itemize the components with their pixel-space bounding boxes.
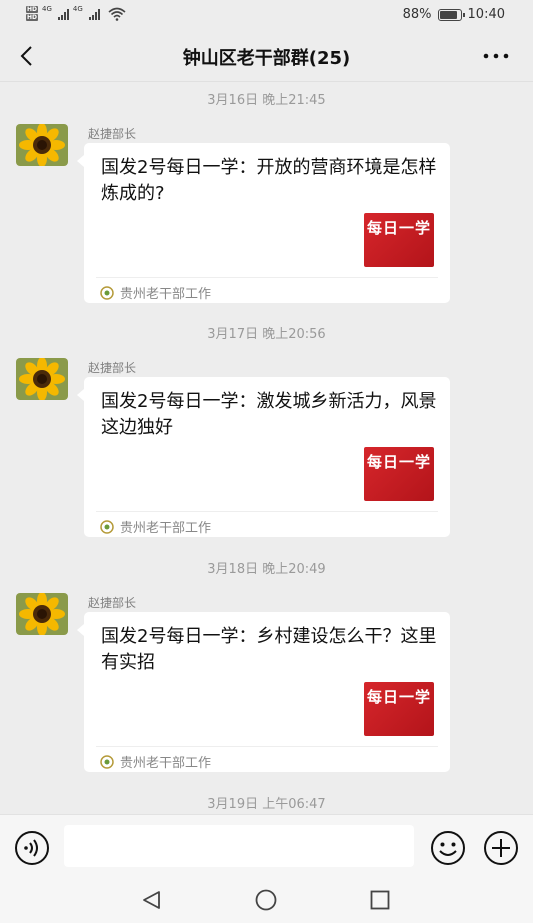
input-bar [0, 814, 533, 876]
thumbnail-text: 每日一学 [366, 219, 431, 237]
network-indicators: HD HD 4G 4G [26, 5, 126, 22]
more-dots-icon [483, 53, 509, 59]
article-source: 贵州老干部工作 [100, 517, 211, 536]
sender-name: 赵捷部长 [88, 127, 137, 141]
card-divider [96, 277, 438, 278]
nav-home-button[interactable] [254, 888, 278, 912]
battery-fill [439, 10, 457, 19]
hd-badge: HD [26, 14, 39, 21]
signal-icon [57, 8, 69, 20]
sunflower-avatar-icon [16, 124, 68, 166]
chat-area[interactable]: 3月16日 晚上21:45 赵捷部长 国发2号每日一学：开放的营商环境是怎样炼成… [0, 82, 533, 814]
plus-button[interactable] [483, 830, 519, 866]
clock: 10:40 [467, 7, 505, 22]
article-title: 国发2号每日一学：乡村建设怎么干？这里有实招 [101, 626, 437, 673]
chat-header: 钟山区老干部群(25) [0, 30, 533, 82]
avatar[interactable] [16, 593, 68, 635]
article-card[interactable]: 国发2号每日一学：开放的营商环境是怎样炼成的? 每日一学 贵州老干部工作 [77, 143, 450, 303]
article-title: 国发2号每日一学：开放的营商环境是怎样炼成的? [101, 157, 437, 204]
sunflower-avatar-icon [16, 358, 68, 400]
article-thumbnail: 每日一学 [364, 213, 434, 267]
article-thumbnail: 每日一学 [364, 682, 434, 736]
miniprogram-icon [100, 754, 114, 769]
status-right: 88% 10:40 [403, 7, 505, 22]
nav-back-button[interactable] [140, 888, 164, 912]
message-timestamp: 3月17日 晚上20:56 [207, 327, 326, 342]
message-timestamp: 3月16日 晚上21:45 [207, 93, 326, 108]
voice-button[interactable] [14, 830, 50, 866]
hd-badge: HD [26, 6, 39, 13]
voice-icon [15, 831, 49, 865]
message-timestamp: 3月18日 晚上20:49 [207, 562, 326, 577]
emoji-icon [431, 831, 465, 865]
card-divider [96, 511, 438, 512]
article-thumbnail: 每日一学 [364, 447, 434, 501]
square-recent-icon [370, 890, 390, 910]
emoji-button[interactable] [430, 830, 466, 866]
sender-name: 赵捷部长 [88, 361, 137, 375]
article-card[interactable]: 国发2号每日一学：乡村建设怎么干？这里有实招 每日一学 贵州老干部工作 [77, 612, 450, 772]
article-card[interactable]: 国发2号每日一学：激发城乡新活力，风景这边独好 每日一学 贵州老干部工作 [77, 377, 450, 537]
triangle-back-icon [143, 891, 160, 909]
article-source: 贵州老干部工作 [100, 283, 211, 302]
sender-name: 赵捷部长 [88, 596, 137, 610]
thumbnail-text: 每日一学 [366, 688, 431, 706]
plus-icon [484, 831, 518, 865]
hd-badges: HD HD [26, 6, 39, 22]
sunflower-avatar-icon [16, 593, 68, 635]
miniprogram-icon [100, 519, 114, 534]
source-label: 贵州老干部工作 [120, 287, 212, 302]
avatar[interactable] [16, 124, 68, 166]
source-label: 贵州老干部工作 [120, 756, 212, 771]
miniprogram-icon [100, 285, 114, 300]
nav-recent-button[interactable] [368, 888, 392, 912]
status-bar: HD HD 4G 4G 88% 10:40 [0, 0, 533, 30]
system-nav-bar [0, 876, 533, 923]
page-title: 钟山区老干部群(25) [182, 48, 351, 69]
source-label: 贵州老干部工作 [120, 521, 212, 536]
article-title: 国发2号每日一学：激发城乡新活力，风景这边独好 [101, 391, 437, 438]
more-button[interactable] [481, 42, 511, 70]
card-divider [96, 746, 438, 747]
circle-home-icon [255, 889, 277, 911]
battery-icon [437, 8, 465, 21]
avatar[interactable] [16, 358, 68, 400]
battery-percent: 88% [402, 7, 432, 22]
message-timestamp: 3月19日 上午06:47 [207, 797, 326, 812]
signal-label: 4G [42, 5, 52, 13]
signal-label: 4G [72, 5, 83, 13]
article-source: 贵州老干部工作 [100, 752, 211, 771]
wifi-icon [108, 7, 126, 21]
message-input[interactable] [64, 825, 414, 867]
thumbnail-text: 每日一学 [366, 453, 431, 471]
signal-icon [88, 8, 100, 20]
